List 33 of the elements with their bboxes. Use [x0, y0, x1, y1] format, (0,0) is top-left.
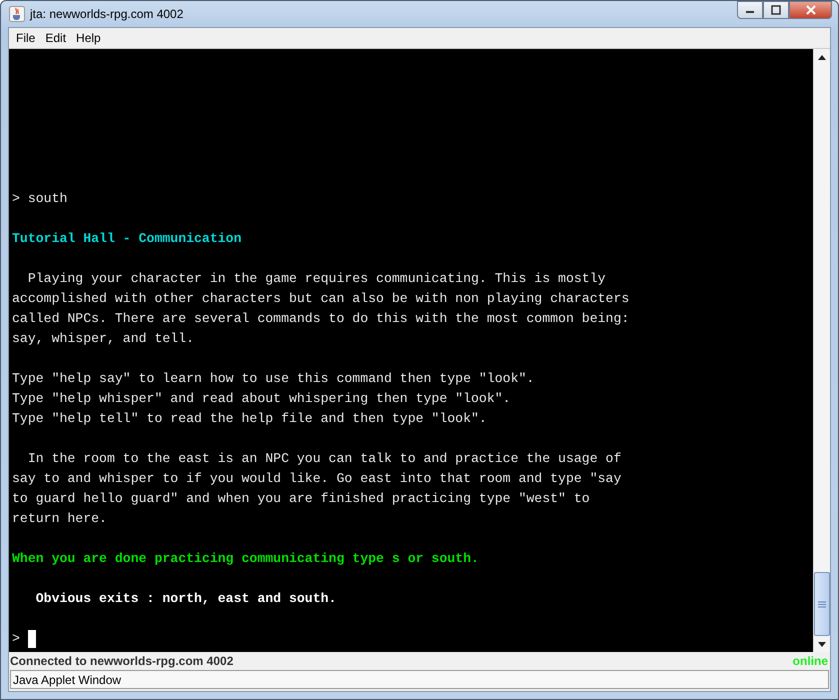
terminal-line: Playing your character in the game requires communicating. This is mostly: [26, 270, 607, 288]
notice-line: When you are done practicing communicating type s or south.: [12, 550, 480, 568]
scroll-thumb[interactable]: [814, 572, 830, 636]
scrollbar[interactable]: [813, 49, 830, 652]
text-cursor: [28, 630, 36, 648]
coffee-cup-icon: [9, 6, 25, 22]
window-title: jta: newworlds-rpg.com 4002: [30, 7, 184, 21]
terminal-line: In the room to the east is an NPC you can talk to and practice the usage of: [26, 450, 622, 468]
terminal-line: called NPCs. There are several commands to do this with the most common being:: [12, 310, 630, 328]
maximize-button[interactable]: [763, 1, 789, 19]
minimize-button[interactable]: [737, 1, 763, 19]
terminal-line: > south: [12, 190, 68, 208]
exits-line: Obvious exits : north, east and south.: [34, 590, 338, 608]
terminal-line: accomplished with other characters but can also be with non playing characters: [12, 290, 630, 308]
connection-status: Connected to newworlds-rpg.com 4002: [10, 654, 234, 668]
online-indicator: online: [792, 654, 828, 668]
applet-warning: Java Applet Window: [13, 672, 122, 686]
terminal-line: to guard hello guard" and when you are finished practicing type "west" to: [12, 490, 591, 508]
terminal-screen[interactable]: [9, 49, 813, 652]
menu-item[interactable]: Help: [71, 31, 106, 45]
menu-item[interactable]: Edit: [40, 31, 72, 45]
close-button[interactable]: [789, 1, 832, 19]
room-title: Tutorial Hall - Communication: [12, 230, 242, 248]
terminal-line: say to and whisper to if you would like. Go east into that room and type "say: [12, 470, 622, 488]
menu-item[interactable]: File: [11, 31, 40, 45]
command-prompt: >: [12, 630, 20, 648]
maximize-icon: [771, 5, 781, 15]
terminal-line: say, whisper, and tell.: [12, 330, 196, 348]
terminal-line: Type "help whisper" and read about whispering then type "look".: [12, 390, 512, 408]
terminal-line: Type "help tell" to read the help file and then type "look".: [12, 410, 488, 428]
terminal-line: Type "help say" to learn how to use this command then type "look".: [12, 370, 536, 388]
close-icon: [804, 5, 816, 15]
terminal-line: return here.: [12, 510, 108, 528]
